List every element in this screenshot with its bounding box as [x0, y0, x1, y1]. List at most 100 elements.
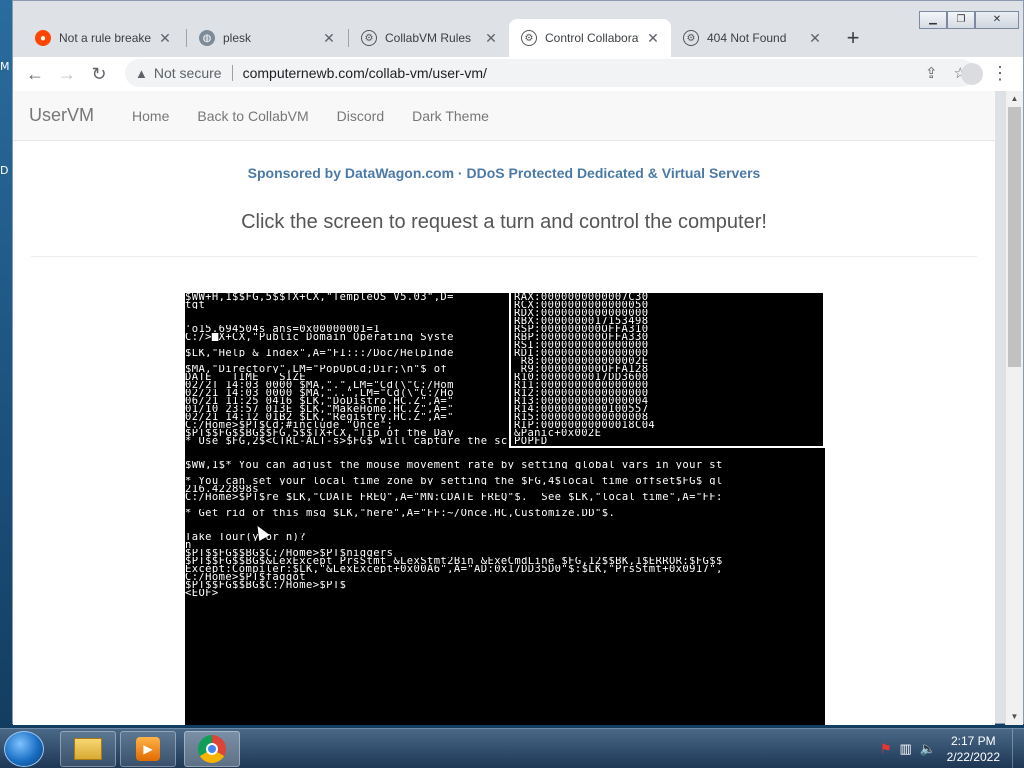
- nav-home[interactable]: Home: [118, 108, 183, 124]
- tab-title: Not a rule breaker: [59, 31, 151, 45]
- clock-time: 2:17 PM: [950, 734, 996, 748]
- profile-avatar-icon[interactable]: [961, 63, 983, 85]
- collabvm-icon: ⚙: [361, 30, 377, 46]
- maximize-button[interactable]: ❐: [947, 11, 975, 29]
- collabvm-icon: ⚙: [683, 30, 699, 46]
- tab-plesk[interactable]: ◍ plesk ✕: [187, 19, 347, 57]
- tab-control-collaborative[interactable]: ⚙ Control Collaborat ✕: [509, 19, 671, 57]
- nav-discord[interactable]: Discord: [323, 108, 398, 124]
- window-controls: ▁ ❐ ✕: [919, 11, 1019, 29]
- vm-register-line: RBP:000000000OFFA330: [514, 333, 649, 341]
- vm-register-line: RDI:0000000000000000: [514, 349, 649, 357]
- windows-taskbar: ▶ ⚑ ▥ 🔈 2:17 PM 2/22/2022: [0, 728, 1024, 768]
- tab-404-not-found[interactable]: ⚙ 404 Not Found ✕: [671, 19, 833, 57]
- media-player-icon: ▶: [136, 737, 160, 761]
- vm-terminal-line: $PT$$FG$$BG$&LexExcept PrsStmt &LexStmt2…: [185, 557, 723, 565]
- vm-register-line: R13:0000000000000004: [514, 397, 649, 405]
- globe-icon: ◍: [199, 30, 215, 46]
- vm-register-panel: RAX:0000000000007C30 RCX:0000000000000050…: [509, 293, 825, 448]
- media-player-taskbar-button[interactable]: ▶: [120, 731, 176, 767]
- chrome-window: ● Not a rule breaker ✕ ◍ plesk ✕ ⚙ Colla…: [12, 0, 1024, 725]
- action-center-flag-icon[interactable]: ⚑: [880, 741, 892, 757]
- tab-title: 404 Not Found: [707, 31, 787, 45]
- vm-register-line: RIP:00000000000018C04: [514, 421, 656, 429]
- nav-back-to-collabvm[interactable]: Back to CollabVM: [183, 108, 322, 124]
- tab-bar: ● Not a rule breaker ✕ ◍ plesk ✕ ⚙ Colla…: [13, 1, 1023, 57]
- vm-register-line: RBX:0000000017153498: [514, 317, 649, 325]
- browser-toolbar: ← → ↻ ▲ Not secure computernewb.com/coll…: [13, 57, 1023, 91]
- site-brand[interactable]: UserVM: [29, 105, 94, 126]
- vm-terminal-line: $PT$$FG$$BG$C:/Home>$PT$niggers: [185, 549, 394, 557]
- vm-register-line: R8:000000000000002E: [514, 357, 649, 365]
- scrollbar-thumb[interactable]: [1008, 107, 1021, 367]
- warning-icon[interactable]: ▲: [135, 66, 148, 81]
- vm-terminal-line: Except:Compiler:$LK,"&LexExcept+0x00A6",…: [185, 565, 723, 573]
- nav-dark-theme[interactable]: Dark Theme: [398, 108, 503, 124]
- desktop-edge-letter: D: [0, 164, 9, 177]
- chrome-icon: [198, 735, 226, 763]
- vm-register-line: R15:0000000000000008: [514, 413, 649, 421]
- close-icon[interactable]: ✕: [645, 30, 661, 47]
- menu-dots-icon[interactable]: ⋮: [991, 63, 1009, 84]
- start-button[interactable]: [4, 731, 44, 767]
- address-bar[interactable]: ▲ Not secure computernewb.com/collab-vm/…: [125, 59, 975, 87]
- turn-prompt: Click the screen to request a turn and c…: [241, 211, 767, 233]
- close-icon[interactable]: ✕: [157, 30, 173, 47]
- vm-register-line: RCX:0000000000000050: [514, 301, 649, 309]
- vm-terminal-line: C:/Home>$PT$re $LK,"CDATE_FREQ",A="MN:CD…: [185, 493, 723, 501]
- vm-terminal-line: C:/Home>$PT$faggot: [185, 573, 306, 581]
- url-text[interactable]: computernewb.com/collab-vm/user-vm/: [243, 65, 487, 81]
- close-icon[interactable]: ✕: [807, 30, 823, 47]
- minimize-button[interactable]: ▁: [919, 11, 947, 29]
- security-label[interactable]: Not secure: [154, 65, 222, 81]
- explorer-taskbar-button[interactable]: [60, 731, 116, 767]
- collabvm-icon: ⚙: [521, 30, 537, 46]
- network-icon[interactable]: ▥: [900, 741, 912, 757]
- vm-terminal-line: $WW,1$* You can adjust the mouse movemen…: [185, 461, 723, 469]
- new-tab-button[interactable]: +: [839, 25, 867, 53]
- vm-terminal-line: 216.422898s: [185, 485, 259, 493]
- scroll-up-arrow-icon[interactable]: ▲: [1006, 91, 1023, 107]
- desktop-edge-letter: M: [0, 60, 10, 73]
- page-viewport: UserVM Home Back to CollabVM Discord Dar…: [13, 91, 995, 725]
- vm-terminal-line: [185, 453, 825, 461]
- vm-terminal-line: * Get rid of this msg $LK,"here",A="FF:~…: [185, 509, 616, 517]
- vm-screen[interactable]: $WW+H,1$$FG,5$$TX+CX,"TempleOS V5.03",D=…: [185, 293, 825, 725]
- vm-register-line: RDX:0000000000000000: [514, 309, 649, 317]
- close-icon[interactable]: ✕: [321, 30, 337, 47]
- tab-collabvm-rules[interactable]: ⚙ CollabVM Rules ✕: [349, 19, 509, 57]
- vm-terminal-line: Take Tour(y or n)?: [185, 533, 306, 541]
- system-clock[interactable]: 2:17 PM 2/22/2022: [947, 733, 1000, 765]
- volume-icon[interactable]: 🔈: [920, 741, 936, 757]
- scroll-down-arrow-icon[interactable]: ▼: [1006, 709, 1023, 725]
- vm-terminal-line: [185, 525, 825, 533]
- page-scrollbar[interactable]: ▲ ▼: [1005, 91, 1023, 725]
- window-close-button[interactable]: ✕: [975, 11, 1019, 29]
- vm-terminal-line: * You can set your local time zone by se…: [185, 477, 723, 485]
- close-icon[interactable]: ✕: [483, 30, 499, 47]
- share-icon[interactable]: ⇪: [925, 64, 938, 82]
- sponsor-link[interactable]: Sponsored by DataWagon.com · DDoS Protec…: [13, 165, 995, 181]
- vm-register-line: R9:000000000OFFA128: [514, 365, 649, 373]
- vm-terminal-line: $PT$$FG$$BG$C:/Home>$PT$: [185, 581, 347, 589]
- reload-icon[interactable]: ↻: [83, 58, 115, 90]
- chrome-taskbar-button[interactable]: [184, 731, 240, 767]
- vm-terminal-line: [185, 469, 825, 477]
- folder-icon: [74, 738, 102, 760]
- vm-register-line: RSI:0000000000000000: [514, 341, 649, 349]
- reddit-icon: ●: [35, 30, 51, 46]
- vm-terminal-line: n: [185, 541, 192, 549]
- vm-register-line: RSP:000000000OFFA310: [514, 325, 649, 333]
- vm-register-line: R12:0000000000000000: [514, 389, 649, 397]
- tab-title: CollabVM Rules: [385, 31, 472, 45]
- vm-register-line: R10:0000000017DD3600: [514, 373, 649, 381]
- vm-register-line: R11:0000000000000000: [514, 381, 649, 389]
- divider: [31, 256, 977, 257]
- back-arrow-icon[interactable]: ←: [19, 58, 51, 90]
- tab-not-a-rule-breaker[interactable]: ● Not a rule breaker ✕: [23, 19, 183, 57]
- show-desktop-button[interactable]: [1012, 729, 1024, 768]
- forward-arrow-icon[interactable]: →: [51, 58, 83, 90]
- tab-title: Control Collaborat: [545, 31, 639, 45]
- vm-terminal-line: [185, 517, 825, 525]
- vm-register-line: POPFD: [514, 437, 548, 445]
